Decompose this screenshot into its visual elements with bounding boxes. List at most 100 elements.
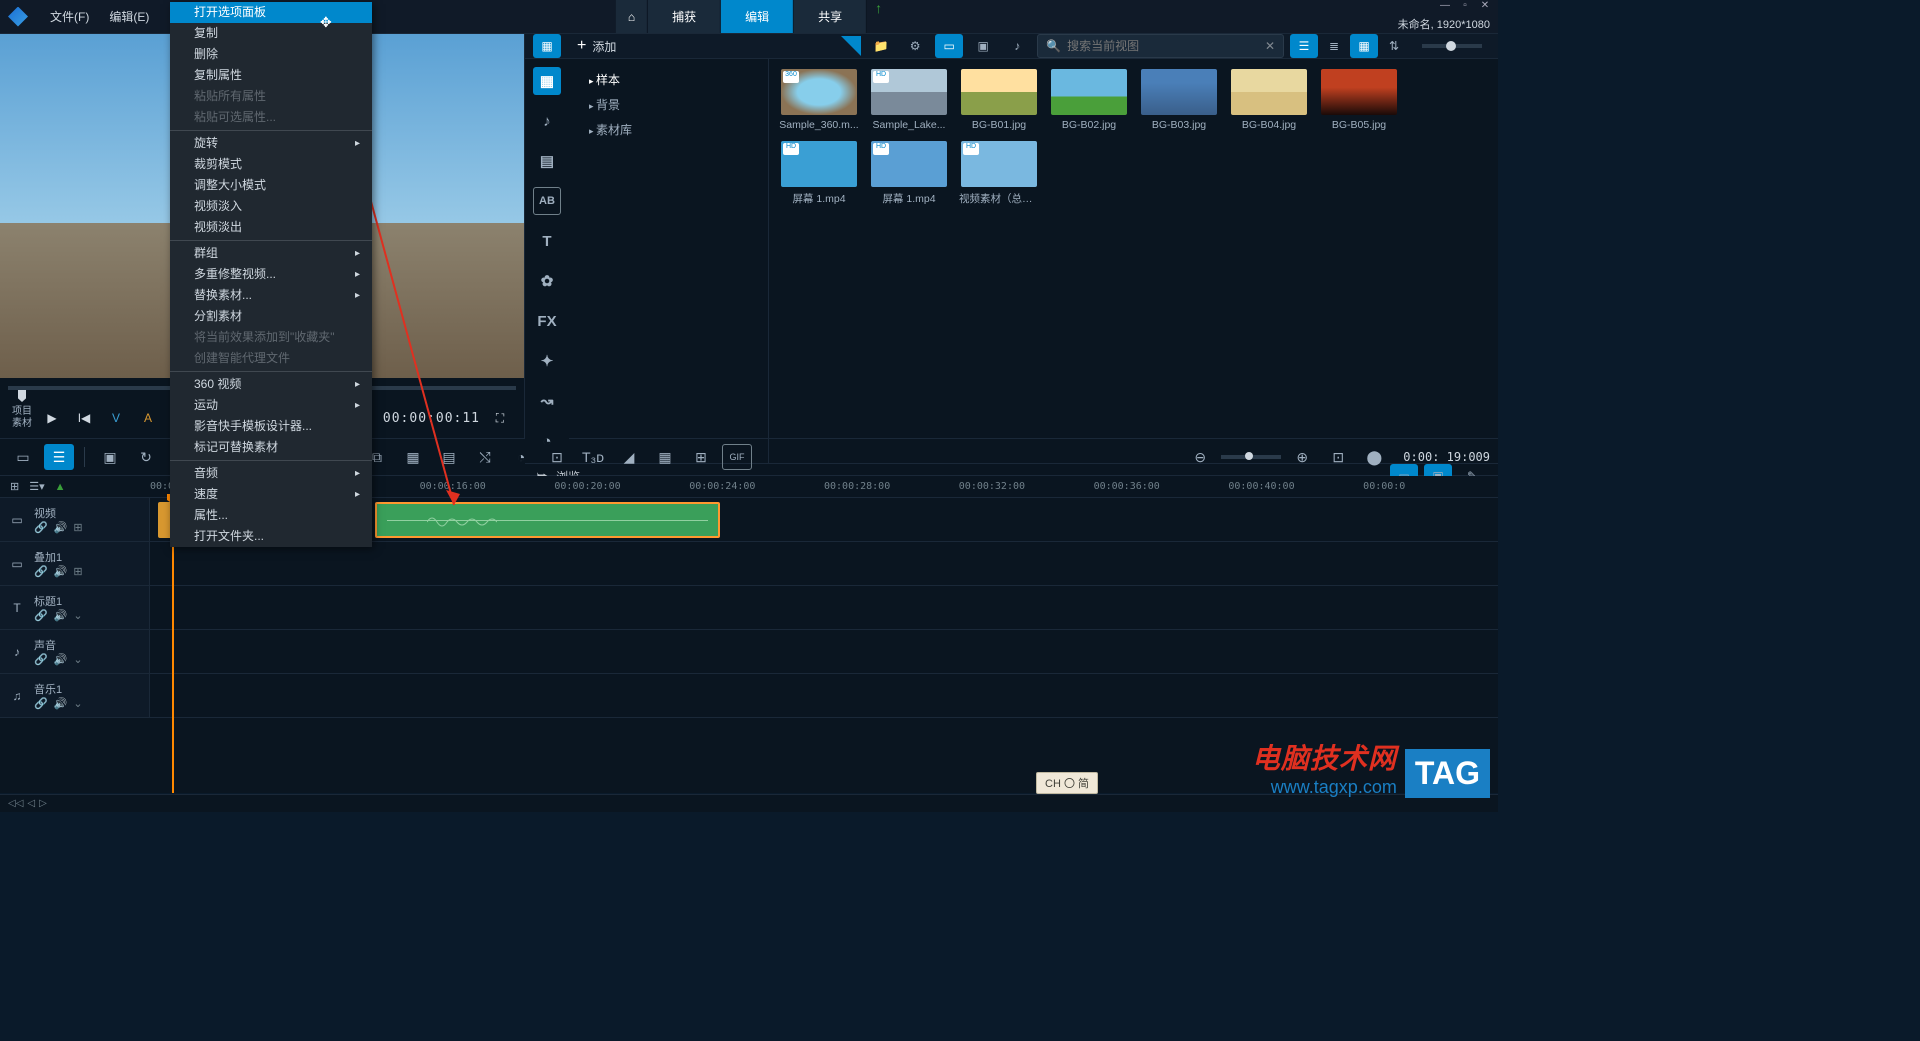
zoom-in-icon[interactable]: ⊕	[1287, 444, 1317, 470]
add-button[interactable]: 添加	[567, 35, 626, 57]
track-grid-icon[interactable]: ⊞	[73, 565, 82, 578]
va-v[interactable]: V	[104, 406, 128, 430]
filter-audio-icon[interactable]: ♪	[1003, 34, 1031, 58]
library-thumb[interactable]: BG-B04.jpg	[1229, 69, 1309, 131]
tool-group-icon[interactable]: ▦	[398, 444, 428, 470]
ctx-item[interactable]: 属性...	[170, 505, 372, 526]
ruler-up-icon[interactable]: ▲	[55, 481, 66, 493]
close-button[interactable]: ✕	[1476, 0, 1494, 14]
tool-pan-icon[interactable]: ▦	[650, 444, 680, 470]
library-thumb[interactable]: BG-B01.jpg	[959, 69, 1039, 131]
tool-ungroup-icon[interactable]: ▤	[434, 444, 464, 470]
track-grid-icon[interactable]: ⊞	[73, 521, 82, 534]
track-header[interactable]: ♪ 声音 🔗 🔊 ⌄	[0, 630, 150, 673]
library-thumb[interactable]: HD视频素材（总）....	[959, 141, 1039, 206]
tool-mask-icon[interactable]: ◢	[614, 444, 644, 470]
app-logo-icon[interactable]	[8, 7, 28, 27]
view-grid-icon[interactable]: ▦	[1350, 34, 1378, 58]
ctx-item[interactable]: 影音快手模板设计器...	[170, 416, 372, 437]
tool-a-icon[interactable]: ▣	[95, 444, 125, 470]
prev-button[interactable]: I◀	[72, 406, 96, 430]
ctx-item[interactable]: 复制属性	[170, 65, 372, 86]
timeline-view-icon[interactable]: ☰	[44, 444, 74, 470]
track-expand-icon[interactable]: ⌄	[73, 653, 82, 666]
va-a[interactable]: A	[136, 406, 160, 430]
cat-transition-icon[interactable]: ▤	[533, 147, 561, 175]
track-expand-icon[interactable]: ⌄	[73, 697, 82, 710]
track-link-icon[interactable]: 🔗	[34, 565, 48, 578]
track-link-icon[interactable]: 🔗	[34, 653, 48, 666]
track-mute-icon[interactable]: 🔊	[54, 653, 68, 666]
track-mute-icon[interactable]: 🔊	[54, 521, 68, 534]
library-search[interactable]: 🔍 ✕	[1037, 34, 1284, 58]
preview-mode-label[interactable]: 项目 素材	[12, 406, 32, 430]
library-thumb[interactable]: HD屏幕 1.mp4	[869, 141, 949, 206]
ctx-item[interactable]: 裁剪模式	[170, 154, 372, 175]
track-header[interactable]: T 标题1 🔗 🔊 ⌄	[0, 586, 150, 629]
track-body[interactable]	[150, 674, 1498, 717]
cat-audio-icon[interactable]: ♪	[533, 107, 561, 135]
fullscreen-icon[interactable]: ⛶	[488, 406, 512, 430]
zoom-slider[interactable]	[1221, 455, 1281, 459]
ctx-item[interactable]: 标记可替换素材	[170, 437, 372, 458]
tree-item-sample[interactable]: 样本	[573, 67, 764, 92]
tree-item-background[interactable]: 背景	[573, 92, 764, 117]
sort-icon[interactable]: ⇅	[1380, 34, 1408, 58]
play-button[interactable]: ▶	[40, 406, 64, 430]
ctx-item[interactable]: 多重修整视频...	[170, 264, 372, 285]
cat-text-icon[interactable]: T	[533, 227, 561, 255]
scroll-controls[interactable]: ◁◁◁▷	[8, 798, 47, 809]
cat-path-icon[interactable]: ↝	[533, 387, 561, 415]
library-thumb[interactable]: BG-B05.jpg	[1319, 69, 1399, 131]
track-body[interactable]	[150, 586, 1498, 629]
ruler-toggle-icon[interactable]: ☰▾	[29, 480, 44, 493]
track-link-icon[interactable]: 🔗	[34, 697, 48, 710]
audio-clip[interactable]	[375, 502, 720, 538]
library-thumb[interactable]: BG-B02.jpg	[1049, 69, 1129, 131]
view-list-icon[interactable]: ☰	[1290, 34, 1318, 58]
cat-title-icon[interactable]: AB	[533, 187, 561, 215]
track-link-icon[interactable]: 🔗	[34, 521, 48, 534]
tab-capture[interactable]: 捕获	[648, 0, 721, 33]
cat-magic-icon[interactable]: ✦	[533, 347, 561, 375]
timeline-duration[interactable]: 0:00: 19:009	[1403, 450, 1490, 464]
menu-edit[interactable]: 编辑(E)	[99, 8, 159, 25]
filter-image-icon[interactable]: ▣	[969, 34, 997, 58]
ctx-item[interactable]: 打开文件夹...	[170, 526, 372, 547]
track-header[interactable]: ♫ 音乐1 🔗 🔊 ⌄	[0, 674, 150, 717]
ctx-item[interactable]: 分割素材	[170, 306, 372, 327]
clear-search-icon[interactable]: ✕	[1265, 39, 1275, 53]
ctx-item[interactable]: 替换素材...	[170, 285, 372, 306]
tab-share[interactable]: 共享	[794, 0, 867, 33]
menu-file[interactable]: 文件(F)	[40, 8, 99, 25]
cat-media-icon[interactable]: ▦	[533, 67, 561, 95]
ruler-add-icon[interactable]: ⊞	[10, 480, 19, 493]
library-thumb[interactable]: BG-B03.jpg	[1139, 69, 1219, 131]
search-input[interactable]	[1067, 39, 1259, 53]
ctx-item[interactable]: 运动	[170, 395, 372, 416]
restore-button[interactable]: ▫	[1456, 0, 1474, 14]
tool-motion-icon[interactable]: ◔	[506, 444, 536, 470]
view-detail-icon[interactable]: ≣	[1320, 34, 1348, 58]
tool-b-icon[interactable]: ↻	[131, 444, 161, 470]
tool-gif-icon[interactable]: GIF	[722, 444, 752, 470]
tool-snap-icon[interactable]: ⊞	[686, 444, 716, 470]
lib-media-icon[interactable]: ▦	[533, 34, 561, 58]
library-thumb[interactable]: HDSample_Lake...	[869, 69, 949, 131]
tab-edit[interactable]: 编辑	[721, 0, 794, 33]
tool-3d-icon[interactable]: T₃ᴅ	[578, 444, 608, 470]
preview-timecode[interactable]: 00:00:00:11	[383, 411, 480, 426]
ctx-item[interactable]: 360 视频	[170, 374, 372, 395]
upload-icon[interactable]: ↑	[875, 0, 882, 33]
filter-video-icon[interactable]: ▭	[935, 34, 963, 58]
track-expand-icon[interactable]: ⌄	[73, 609, 82, 622]
ctx-item[interactable]: 删除	[170, 44, 372, 65]
library-thumb[interactable]: HD屏幕 1.mp4	[779, 141, 859, 206]
folder-open-icon[interactable]: 📁	[867, 34, 895, 58]
track-mute-icon[interactable]: 🔊	[54, 697, 68, 710]
track-header[interactable]: ▭ 视频 🔗 🔊 ⊞	[0, 498, 150, 541]
tool-speed-icon[interactable]: ⤭	[470, 444, 500, 470]
ctx-item[interactable]: 群组	[170, 243, 372, 264]
ctx-item[interactable]: 视频淡出	[170, 217, 372, 238]
tab-home[interactable]: ⌂	[616, 0, 648, 33]
